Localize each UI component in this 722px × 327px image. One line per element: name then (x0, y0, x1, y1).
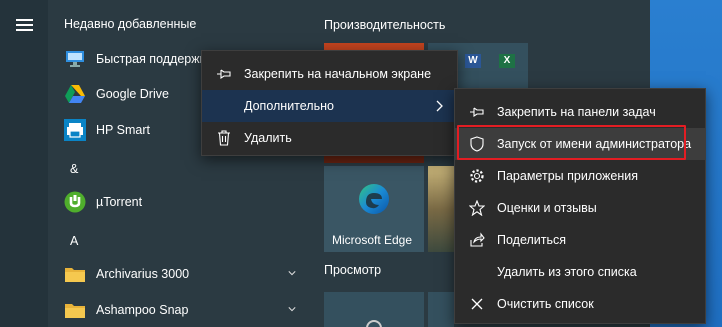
start-sidebar (0, 0, 48, 327)
photo-tile[interactable] (428, 166, 454, 252)
productivity-header: Производительность (324, 18, 446, 32)
menu-item-label: Удалить из этого списка (497, 265, 637, 279)
app-label: µTorrent (96, 195, 143, 209)
submenu-item-app-settings[interactable]: Параметры приложения (455, 160, 705, 192)
app-label: Быстрая поддержка (96, 52, 213, 66)
chevron-down-icon[interactable] (288, 269, 296, 277)
submenu-item-rate-review[interactable]: Оценки и отзывы (455, 192, 705, 224)
app-label: Google Drive (96, 87, 169, 101)
menu-item-label: Поделиться (497, 233, 567, 247)
browse-header: Просмотр (324, 263, 382, 277)
submenu-item-clear-list[interactable]: Очистить список (455, 288, 705, 320)
share-icon (469, 232, 485, 248)
menu-item-label: Закрепить на начальном экране (244, 67, 432, 81)
app-label: Archivarius 3000 (96, 267, 190, 281)
menu-item-more[interactable]: Дополнительно (202, 90, 457, 122)
menu-item-label: Очистить список (497, 297, 594, 311)
menu-item-label: Удалить (244, 131, 292, 145)
app-item-utorrent[interactable]: µTorrent (64, 186, 304, 218)
word-icon: W (465, 54, 481, 68)
pin-icon (469, 104, 485, 120)
quick-assist-icon (64, 48, 86, 70)
chevron-down-icon[interactable] (288, 305, 296, 313)
menu-item-uninstall[interactable]: Удалить (202, 122, 457, 154)
tile-label: Microsoft Edge (332, 233, 413, 247)
app-item-archivarius[interactable]: Archivarius 3000 (64, 258, 304, 290)
menu-item-label: Дополнительно (244, 99, 334, 113)
hamburger-menu-icon[interactable] (16, 19, 33, 34)
app-item-ashampoo-snap[interactable]: Ashampoo Snap (64, 294, 304, 326)
google-drive-icon (64, 83, 86, 105)
utorrent-icon (64, 191, 86, 213)
letter-group-ampersand[interactable]: & (70, 162, 78, 176)
star-icon (469, 200, 485, 216)
submenu-item-share[interactable]: Поделиться (455, 224, 705, 256)
folder-icon (64, 263, 86, 285)
submenu-item-pin-taskbar[interactable]: Закрепить на панели задач (455, 96, 705, 128)
menu-item-label: Оценки и отзывы (497, 201, 597, 215)
app-label: HP Smart (96, 123, 150, 137)
pin-icon (216, 66, 232, 82)
recent-header: Недавно добавленные (64, 17, 197, 31)
submenu-item-remove-from-list[interactable]: Удалить из этого списка (455, 256, 705, 288)
clock-icon (366, 320, 382, 327)
edge-icon (357, 182, 391, 216)
chevron-right-icon (435, 100, 443, 115)
browse-tile-2[interactable] (428, 292, 454, 327)
letter-group-a[interactable]: A (70, 234, 78, 248)
submenu: Закрепить на панели задач Запуск от имен… (454, 88, 706, 324)
menu-item-pin-start[interactable]: Закрепить на начальном экране (202, 58, 457, 90)
menu-item-label: Закрепить на панели задач (497, 105, 656, 119)
tile-edge[interactable]: Microsoft Edge (324, 166, 424, 252)
close-icon (469, 296, 485, 312)
folder-icon (64, 299, 86, 321)
menu-item-label: Параметры приложения (497, 169, 639, 183)
highlight-box (457, 125, 686, 160)
browse-tile[interactable] (324, 292, 424, 327)
app-label: Ashampoo Snap (96, 303, 189, 317)
hp-smart-icon (64, 119, 86, 141)
context-menu: Закрепить на начальном экране Дополнител… (201, 50, 458, 156)
excel-icon: X (499, 54, 515, 68)
trash-icon (216, 130, 232, 146)
gear-icon (469, 168, 485, 184)
